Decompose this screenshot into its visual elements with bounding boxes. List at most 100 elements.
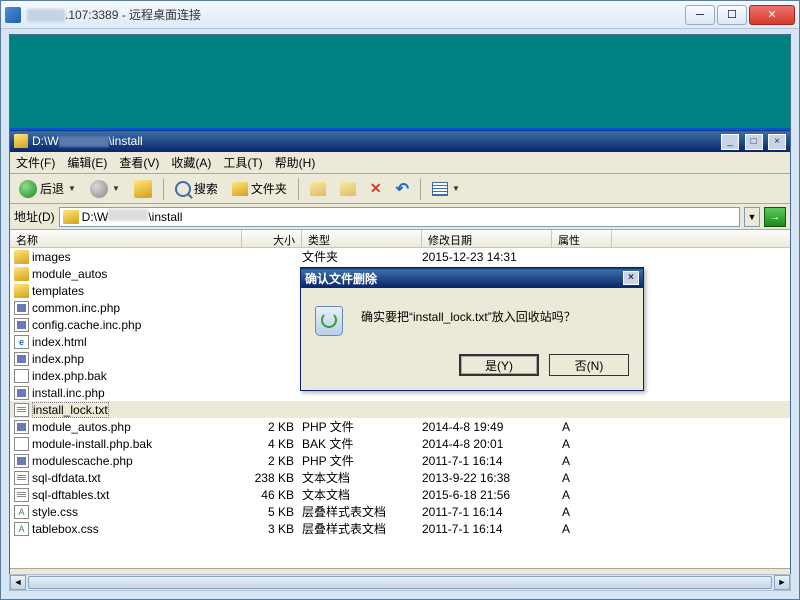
explorer-maximize-button[interactable]: □ <box>745 134 763 150</box>
move-icon <box>310 182 326 196</box>
rdp-titlebar[interactable]: .107:3389 - 远程桌面连接 ─ ☐ ✕ <box>1 1 799 29</box>
address-path: D:\W\install <box>82 209 183 224</box>
explorer-titlebar[interactable]: D:\W\install _ □ × <box>10 130 790 152</box>
separator <box>420 178 421 200</box>
maximize-button[interactable]: ☐ <box>717 5 747 25</box>
file-row[interactable]: install_lock.txt <box>10 401 790 418</box>
file-size: 238 KB <box>242 471 302 485</box>
yes-button[interactable]: 是(Y) <box>459 354 539 376</box>
file-type: PHP 文件 <box>302 418 422 435</box>
close-button[interactable]: ✕ <box>749 5 795 25</box>
file-attr: A <box>552 522 612 536</box>
php-icon <box>14 454 29 468</box>
file-attr: A <box>552 488 612 502</box>
address-dropdown[interactable]: ▼ <box>744 207 760 227</box>
php-icon <box>14 386 29 400</box>
file-name: module_autos.php <box>32 420 131 434</box>
copy-to-button[interactable] <box>335 177 361 201</box>
column-name[interactable]: 名称 <box>10 230 242 247</box>
file-row[interactable]: module_autos.php2 KBPHP 文件2014-4-8 19:49… <box>10 418 790 435</box>
menu-tools[interactable]: 工具(T) <box>223 154 262 171</box>
move-to-button[interactable] <box>305 177 331 201</box>
minimize-button[interactable]: ─ <box>685 5 715 25</box>
file-attr: A <box>552 454 612 468</box>
file-row[interactable]: modulescache.php2 KBPHP 文件2011-7-1 16:14… <box>10 452 790 469</box>
menu-view[interactable]: 查看(V) <box>119 154 159 171</box>
menu-edit[interactable]: 编辑(E) <box>67 154 107 171</box>
file-row[interactable]: sql-dftables.txt46 KB文本文档2015-6-18 21:56… <box>10 486 790 503</box>
back-button[interactable]: 后退▼ <box>14 177 81 201</box>
no-button[interactable]: 否(N) <box>549 354 629 376</box>
file-date: 2015-6-18 21:56 <box>422 488 552 502</box>
explorer-close-button[interactable]: × <box>768 134 786 150</box>
file-name: style.css <box>32 505 78 519</box>
file-type: 文本文档 <box>302 469 422 486</box>
separator <box>298 178 299 200</box>
file-type: 文本文档 <box>302 486 422 503</box>
file-row[interactable]: style.css5 KB层叠样式表文档2011-7-1 16:14A <box>10 503 790 520</box>
up-icon <box>134 180 152 198</box>
txt-icon <box>14 471 29 485</box>
file-type: 文件夹 <box>302 248 422 265</box>
dialog-titlebar[interactable]: 确认文件删除 × <box>301 268 643 288</box>
file-name: tablebox.css <box>32 522 99 536</box>
file-name: module_autos <box>32 267 107 281</box>
scroll-thumb[interactable] <box>28 576 772 589</box>
folder-icon <box>14 284 29 298</box>
column-date[interactable]: 修改日期 <box>422 230 552 247</box>
bak-icon <box>14 369 29 383</box>
listview-header: 名称 大小 类型 修改日期 属性 <box>10 230 790 248</box>
column-size[interactable]: 大小 <box>242 230 302 247</box>
explorer-minimize-button[interactable]: _ <box>721 134 739 150</box>
rdp-icon <box>5 7 21 23</box>
file-name: sql-dftables.txt <box>32 488 109 502</box>
address-label: 地址(D) <box>14 208 55 225</box>
menu-favorites[interactable]: 收藏(A) <box>171 154 211 171</box>
views-button[interactable]: ▼ <box>427 177 465 201</box>
dialog-message: 确实要把“install_lock.txt”放入回收站吗？ <box>361 306 576 338</box>
go-button[interactable]: →转 <box>764 207 786 227</box>
file-date: 2014-4-8 20:01 <box>422 437 552 451</box>
copy-icon <box>340 182 356 196</box>
up-button[interactable] <box>129 177 157 201</box>
file-name: templates <box>32 284 84 298</box>
horizontal-scrollbar[interactable]: ◄ ► <box>9 574 791 591</box>
undo-icon: ↶ <box>396 179 409 199</box>
file-row[interactable]: sql-dfdata.txt238 KB文本文档2013-9-22 16:38A <box>10 469 790 486</box>
file-name: index.php <box>32 352 84 366</box>
file-name: module-install.php.bak <box>32 437 152 451</box>
address-input[interactable]: D:\W\install <box>59 207 740 227</box>
menu-file[interactable]: 文件(F) <box>16 154 55 171</box>
file-name: images <box>32 250 71 264</box>
forward-button[interactable]: ▼ <box>85 177 125 201</box>
search-button[interactable]: 搜索 <box>170 177 223 201</box>
folder-icon <box>63 210 79 224</box>
scroll-left-button[interactable]: ◄ <box>10 575 26 590</box>
file-date: 2014-4-8 19:49 <box>422 420 552 434</box>
folders-button[interactable]: 文件夹 <box>227 177 292 201</box>
file-size: 3 KB <box>242 522 302 536</box>
undo-button[interactable]: ↶ <box>391 177 414 201</box>
menu-help[interactable]: 帮助(H) <box>275 154 316 171</box>
scroll-right-button[interactable]: ► <box>774 575 790 590</box>
file-row[interactable]: module-install.php.bak4 KBBAK 文件2014-4-8… <box>10 435 790 452</box>
column-type[interactable]: 类型 <box>302 230 422 247</box>
file-name: index.html <box>32 335 87 349</box>
delete-button[interactable]: ✕ <box>365 177 387 201</box>
file-attr: A <box>552 505 612 519</box>
php-icon <box>14 420 29 434</box>
views-icon <box>432 182 448 196</box>
dialog-close-button[interactable]: × <box>623 271 639 285</box>
file-name: index.php.bak <box>32 369 107 383</box>
file-name: install.inc.php <box>32 386 105 400</box>
file-row[interactable]: tablebox.css3 KB层叠样式表文档2011-7-1 16:14A <box>10 520 790 537</box>
search-icon <box>175 181 191 197</box>
file-row[interactable]: images文件夹2015-12-23 14:31 <box>10 248 790 265</box>
separator <box>163 178 164 200</box>
column-attr[interactable]: 属性 <box>552 230 612 247</box>
file-name: install_lock.txt <box>32 402 109 418</box>
addressbar: 地址(D) D:\W\install ▼ →转 <box>10 204 790 230</box>
file-type: 层叠样式表文档 <box>302 503 422 520</box>
recycle-bin-icon <box>315 306 347 338</box>
rdp-title: .107:3389 - 远程桌面连接 <box>27 6 683 23</box>
